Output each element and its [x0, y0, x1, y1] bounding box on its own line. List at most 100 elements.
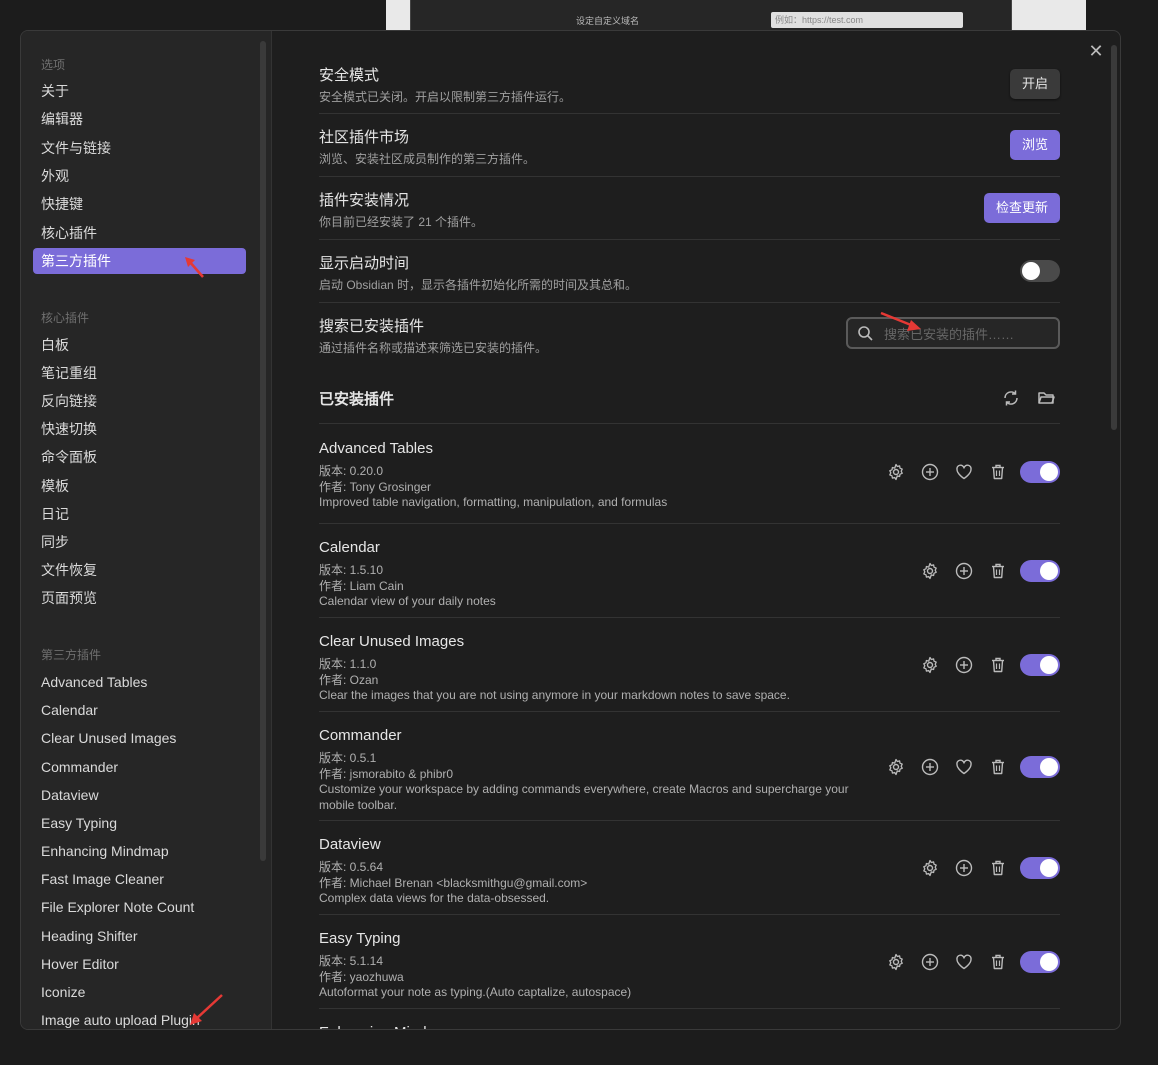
add-hotkey-icon[interactable]	[921, 463, 939, 481]
plugin-description: Calendar view of your daily notes	[319, 594, 496, 608]
trash-icon[interactable]	[989, 953, 1007, 971]
setting-desc: 你目前已经安装了 21 个插件。	[319, 215, 484, 229]
sidebar-scrollbar[interactable]	[260, 41, 266, 861]
gear-icon[interactable]	[887, 953, 905, 971]
plugin-author: 作者: Ozan	[319, 673, 379, 687]
setting-name: 搜索已安装插件	[319, 318, 425, 335]
sidebar-item-plugin[interactable]: Fast Image Cleaner	[33, 866, 246, 892]
annotation-arrow	[190, 994, 223, 1025]
sidebar-item-editor[interactable]: 编辑器	[33, 106, 246, 132]
plugin-enable-toggle[interactable]	[1020, 756, 1060, 778]
startup-time-toggle[interactable]	[1020, 260, 1060, 282]
background-label: 设定自定义域名	[576, 16, 640, 26]
trash-icon[interactable]	[989, 859, 1007, 877]
reload-icon[interactable]	[1002, 389, 1020, 412]
trash-icon[interactable]	[989, 656, 1007, 674]
sidebar-item-plugin[interactable]: Clear Unused Images	[33, 725, 246, 751]
setting-search-plugins: 搜索已安装插件 通过插件名称或描述来筛选已安装的插件。	[319, 303, 1060, 365]
sidebar-item-plugin[interactable]: Enhancing Mindmap	[33, 838, 246, 864]
gear-icon[interactable]	[887, 758, 905, 776]
heart-icon[interactable]	[955, 758, 973, 776]
plugin-enable-toggle[interactable]	[1020, 560, 1060, 582]
sidebar-item-about[interactable]: 关于	[33, 78, 246, 104]
sidebar-item-plugin[interactable]: Dataview	[33, 782, 246, 808]
sidebar-item-hotkeys[interactable]: 快捷键	[33, 191, 246, 217]
plugin-row: Advanced Tables 版本: 0.20.0 作者: Tony Grosin…	[319, 424, 1060, 524]
sidebar-item-plugin[interactable]: Hover Editor	[33, 951, 246, 977]
trash-icon[interactable]	[989, 758, 1007, 776]
trash-icon[interactable]	[989, 463, 1007, 481]
gear-icon[interactable]	[921, 562, 939, 580]
plugin-name: Easy Typing	[319, 930, 401, 947]
add-hotkey-icon[interactable]	[955, 562, 973, 580]
sidebar-item-templates[interactable]: 模板	[33, 473, 246, 499]
sidebar-item-plugin[interactable]: Calendar	[33, 697, 246, 723]
plugin-enable-toggle[interactable]	[1020, 951, 1060, 973]
plugin-enable-toggle[interactable]	[1020, 461, 1060, 483]
setting-desc: 浏览、安装社区成员制作的第三方插件。	[319, 152, 536, 166]
sidebar-item-community-plugins[interactable]: 第三方插件	[33, 248, 246, 274]
folder-open-icon[interactable]	[1037, 389, 1055, 412]
settings-sidebar: 选项 关于 编辑器 文件与链接 外观 快捷键 核心插件 第三方插件 核心插件 白…	[21, 31, 272, 1029]
sidebar-item-plugin[interactable]: Advanced Tables	[33, 669, 246, 695]
sidebar-heading-options: 选项	[41, 58, 66, 72]
sidebar-item-backlinks[interactable]: 反向链接	[33, 388, 246, 414]
plugin-row: Clear Unused Images 版本: 1.1.0 作者: Ozan Clea…	[319, 617, 1060, 712]
background-window-panel: 设定自定义域名 例如：https://test.com	[410, 0, 1012, 31]
gear-icon[interactable]	[887, 463, 905, 481]
add-hotkey-icon[interactable]	[955, 859, 973, 877]
sidebar-item-plugin[interactable]: Heading Shifter	[33, 923, 246, 949]
plugin-enable-toggle[interactable]	[1020, 654, 1060, 676]
plugin-name: Commander	[319, 727, 402, 744]
sidebar-item-plugin[interactable]: Easy Typing	[33, 810, 246, 836]
setting-name: 显示启动时间	[319, 255, 410, 272]
plugin-row: Easy Typing 版本: 5.1.14 作者: yaozhuwa Autofor…	[319, 914, 1060, 1009]
annotation-arrow	[880, 311, 921, 331]
sidebar-item-file-recovery[interactable]: 文件恢复	[33, 557, 246, 583]
sidebar-item-plugin[interactable]: Commander	[33, 754, 246, 780]
setting-desc: 启动 Obsidian 时，显示各插件初始化所需的时间及其总和。	[319, 278, 638, 292]
plugin-enable-toggle[interactable]	[1020, 857, 1060, 879]
content-scrollbar[interactable]	[1111, 45, 1117, 430]
setting-name: 社区插件市场	[319, 129, 410, 146]
sidebar-item-sync[interactable]: 同步	[33, 529, 246, 555]
setting-community-market: 社区插件市场 浏览、安装社区成员制作的第三方插件。 浏览	[319, 114, 1060, 177]
sidebar-item-command-palette[interactable]: 命令面板	[33, 444, 246, 470]
gear-icon[interactable]	[921, 859, 939, 877]
sidebar-item-page-preview[interactable]: 页面预览	[33, 585, 246, 611]
setting-startup-time: 显示启动时间 启动 Obsidian 时，显示各插件初始化所需的时间及其总和。	[319, 240, 1060, 303]
heart-icon[interactable]	[955, 463, 973, 481]
sidebar-item-plugin[interactable]: File Explorer Note Count	[33, 894, 246, 920]
heart-icon[interactable]	[955, 953, 973, 971]
sidebar-item-note-composer[interactable]: 笔记重组	[33, 360, 246, 386]
background-window: 设定自定义域名 例如：https://test.com	[386, 0, 1086, 32]
trash-icon[interactable]	[989, 562, 1007, 580]
search-icon	[858, 326, 873, 341]
sidebar-item-files-links[interactable]: 文件与链接	[33, 135, 246, 161]
add-hotkey-icon[interactable]	[955, 656, 973, 674]
setting-name: 插件安装情况	[319, 192, 410, 209]
safe-mode-button[interactable]: 开启	[1009, 69, 1060, 99]
add-hotkey-icon[interactable]	[921, 758, 939, 776]
setting-safe-mode: 安全模式 安全模式已关闭。开启以限制第三方插件运行。 开启	[319, 59, 1060, 114]
close-icon[interactable]: ✕	[1086, 41, 1106, 61]
check-updates-button[interactable]: 检查更新	[983, 193, 1060, 223]
sidebar-item-core-plugins[interactable]: 核心插件	[33, 220, 246, 246]
sidebar-item-quick-switcher[interactable]: 快速切换	[33, 416, 246, 442]
plugin-version: 版本: 5.1.14	[319, 954, 384, 968]
gear-icon[interactable]	[921, 656, 939, 674]
plugin-row: Enhancing Mindmap	[319, 1008, 1060, 1029]
plugin-version: 版本: 1.5.10	[319, 563, 384, 577]
plugin-author: 作者: jsmorabito & phibr0	[319, 767, 454, 781]
plugin-version: 版本: 0.5.1	[319, 751, 377, 765]
plugin-version: 版本: 1.1.0	[319, 657, 377, 671]
installed-plugins-heading: 已安装插件	[319, 391, 395, 408]
plugin-description: Customize your workspace by adding comma…	[319, 782, 849, 812]
sidebar-item-canvas[interactable]: 白板	[33, 332, 246, 358]
add-hotkey-icon[interactable]	[921, 953, 939, 971]
browse-button[interactable]: 浏览	[1009, 130, 1060, 160]
plugin-description: Complex data views for the data-obsessed…	[319, 891, 550, 905]
plugin-author: 作者: yaozhuwa	[319, 970, 404, 984]
sidebar-item-appearance[interactable]: 外观	[33, 163, 246, 189]
sidebar-item-daily-notes[interactable]: 日记	[33, 501, 246, 527]
